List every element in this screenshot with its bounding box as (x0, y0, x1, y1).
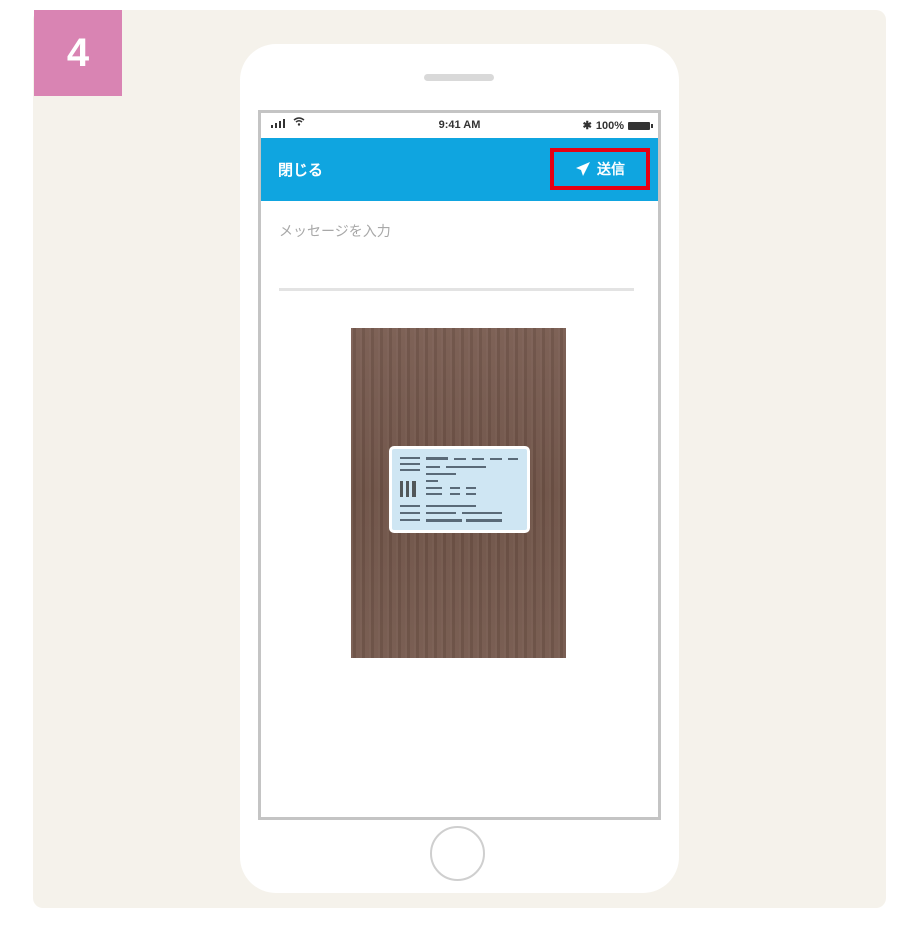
battery-percent: 100% (595, 119, 624, 132)
phone-speaker (424, 74, 494, 81)
paper-plane-icon (575, 161, 591, 177)
message-input[interactable]: メッセージを入力 (279, 221, 634, 291)
step-number-badge: 4 (34, 10, 122, 96)
battery-status: ✱ 100% (582, 119, 653, 132)
send-label: 送信 (597, 162, 625, 178)
send-button[interactable]: 送信 (550, 148, 650, 190)
status-bar: 9:41 AM ✱ 100% (261, 113, 658, 138)
compose-navbar: 閉じる 送信 (261, 138, 658, 201)
qr-code-icon (400, 481, 416, 497)
bluetooth-icon: ✱ (582, 120, 592, 132)
phone-frame: 9:41 AM ✱ 100% 閉じる 送信 メッセージを入力 (240, 44, 679, 893)
close-button[interactable]: 閉じる (278, 159, 323, 180)
phone-screen: 9:41 AM ✱ 100% 閉じる 送信 メッセージを入力 (258, 110, 661, 820)
battery-icon (628, 121, 653, 130)
message-placeholder: メッセージを入力 (279, 224, 391, 240)
home-button[interactable] (430, 826, 485, 881)
id-card-image (389, 446, 530, 533)
attached-photo[interactable] (351, 328, 566, 658)
